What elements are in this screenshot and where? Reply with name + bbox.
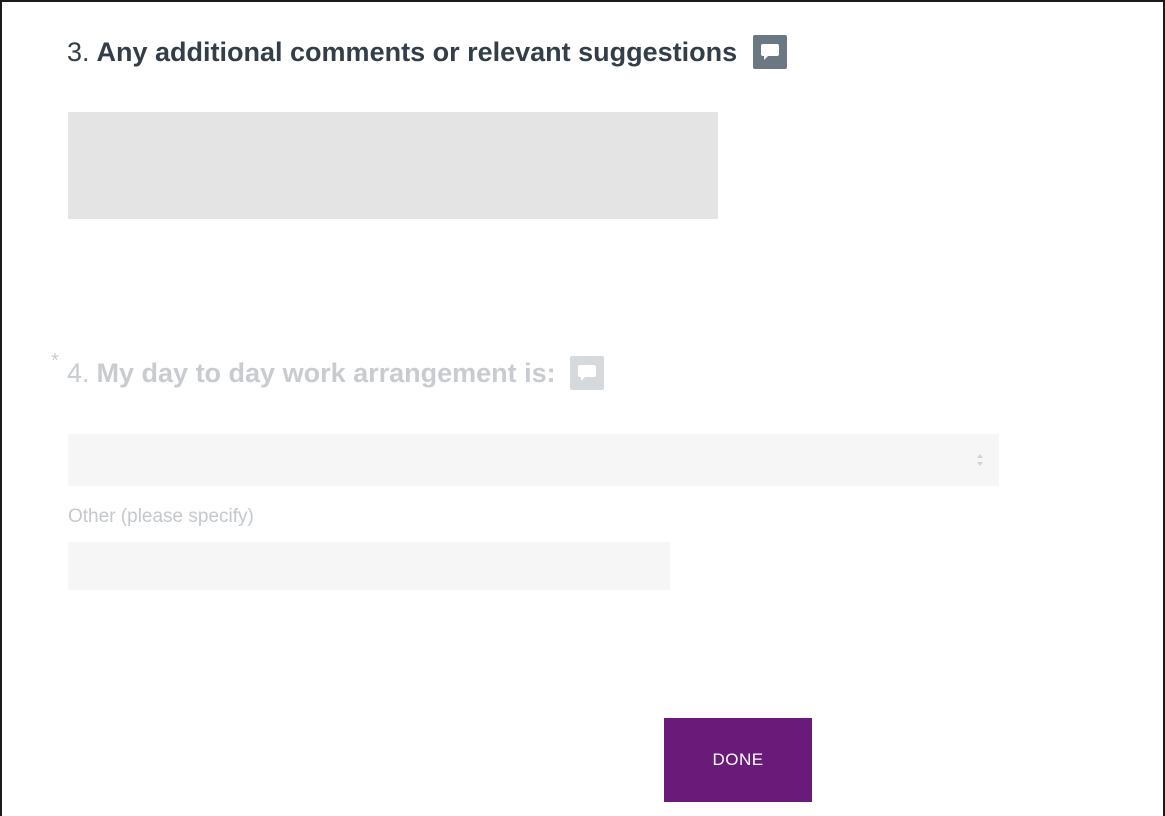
comments-textarea[interactable] — [68, 112, 718, 219]
required-marker: * — [51, 350, 59, 372]
question-3-text: Any additional comments or relevant sugg… — [96, 37, 738, 67]
question-3-title: 3. Any additional comments or relevant s… — [67, 35, 788, 69]
question-4-text: My day to day work arrangement is: — [96, 358, 556, 388]
comment-icon[interactable] — [753, 35, 788, 69]
question-4-title: 4. My day to day work arrangement is: — [67, 356, 604, 390]
select-arrows-icon — [977, 454, 983, 466]
question-3-number: 3. — [67, 37, 90, 67]
other-specify-input[interactable] — [68, 542, 670, 590]
work-arrangement-select[interactable] — [68, 434, 999, 486]
speech-bubble-icon — [577, 365, 596, 381]
done-button[interactable]: DONE — [664, 718, 812, 802]
comment-icon[interactable] — [569, 356, 604, 390]
question-4-number: 4. — [67, 358, 90, 388]
other-specify-label: Other (please specify) — [68, 506, 254, 527]
speech-bubble-icon — [761, 44, 780, 60]
